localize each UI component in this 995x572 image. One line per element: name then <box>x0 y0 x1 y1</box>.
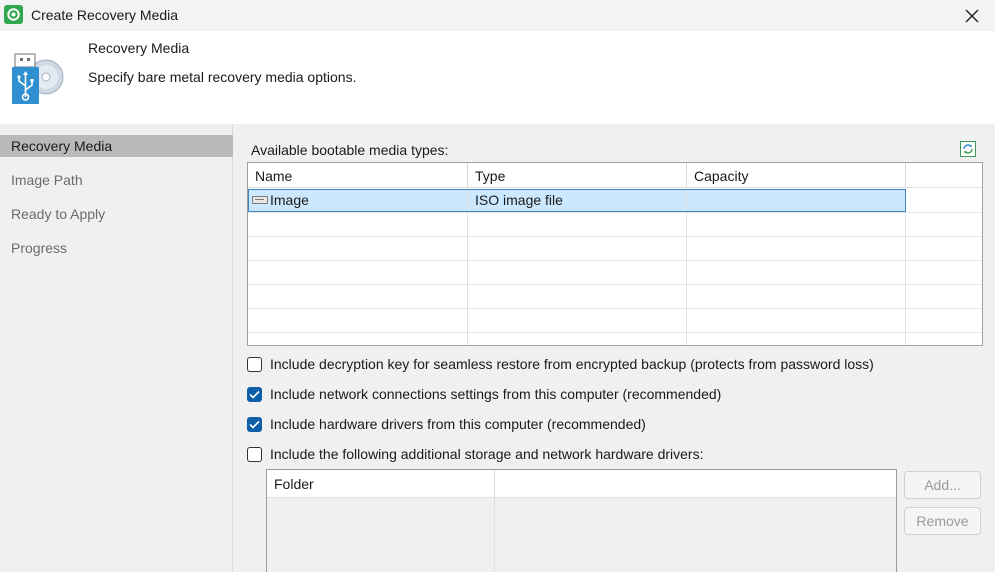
column-header-type[interactable]: Type <box>468 163 687 188</box>
close-button[interactable] <box>949 0 995 31</box>
column-header-capacity[interactable]: Capacity <box>687 163 906 188</box>
close-icon <box>965 9 979 22</box>
hardware-drivers-checkbox[interactable] <box>247 416 262 432</box>
sidebar-item-image-path[interactable]: Image Path <box>0 169 233 191</box>
additional-drivers-checkbox[interactable] <box>247 446 262 462</box>
empty-row <box>248 213 982 237</box>
folder-table-header: Folder <box>267 470 896 498</box>
window-title: Create Recovery Media <box>31 7 179 23</box>
hardware-drivers-option[interactable]: Include hardware drivers from this compu… <box>247 413 646 435</box>
media-name: Image <box>270 192 309 208</box>
title-bar: Create Recovery Media <box>0 0 995 31</box>
column-header-folder[interactable]: Folder <box>267 470 495 498</box>
sidebar-item-recovery-media[interactable]: Recovery Media <box>0 135 233 157</box>
checkmark-icon <box>249 390 260 399</box>
decryption-key-checkbox[interactable] <box>247 356 262 372</box>
step-description: Specify bare metal recovery media option… <box>88 69 357 85</box>
usb-disc-icon <box>12 53 64 104</box>
wizard-steps-sidebar: Recovery Media Image Path Ready to Apply… <box>0 124 233 572</box>
veeam-agent-icon <box>4 5 23 24</box>
additional-drivers-label: Include the following additional storage… <box>270 446 704 462</box>
network-settings-option[interactable]: Include network connections settings fro… <box>247 383 721 405</box>
empty-row <box>248 333 982 345</box>
column-header-blank[interactable] <box>495 470 896 498</box>
empty-row <box>248 237 982 261</box>
hardware-drivers-label: Include hardware drivers from this compu… <box>270 416 646 432</box>
checkmark-icon <box>249 420 260 429</box>
remove-button[interactable]: Remove <box>904 507 981 535</box>
table-row[interactable]: Image ISO image file <box>248 189 982 213</box>
media-capacity-cell <box>687 189 906 212</box>
column-divider <box>494 498 495 572</box>
refresh-icon[interactable] <box>960 141 976 157</box>
driver-folders-table: Folder <box>266 469 897 572</box>
sidebar-item-progress[interactable]: Progress <box>0 237 233 259</box>
column-header-name[interactable]: Name <box>248 163 468 188</box>
wizard-content: Available bootable media types: Name Typ… <box>234 124 995 572</box>
wizard-header: Recovery Media Specify bare metal recove… <box>0 31 995 124</box>
network-settings-label: Include network connections settings fro… <box>270 386 722 402</box>
empty-row <box>248 285 982 309</box>
media-types-label: Available bootable media types: <box>251 142 449 158</box>
media-type-cell: ISO image file <box>468 189 687 212</box>
empty-row <box>248 309 982 333</box>
decryption-key-label: Include decryption key for seamless rest… <box>270 356 874 372</box>
empty-row <box>248 261 982 285</box>
drive-icon <box>252 195 268 204</box>
step-title: Recovery Media <box>88 40 190 56</box>
network-settings-checkbox[interactable] <box>247 386 262 402</box>
decryption-key-option[interactable]: Include decryption key for seamless rest… <box>247 353 874 375</box>
media-types-table: Name Type Capacity Image ISO image file <box>247 162 983 346</box>
additional-drivers-option[interactable]: Include the following additional storage… <box>247 443 703 465</box>
sidebar-item-ready-to-apply[interactable]: Ready to Apply <box>0 203 233 225</box>
table-header: Name Type Capacity <box>248 163 982 188</box>
media-name-cell: Image <box>248 189 468 212</box>
add-button[interactable]: Add... <box>904 471 981 499</box>
